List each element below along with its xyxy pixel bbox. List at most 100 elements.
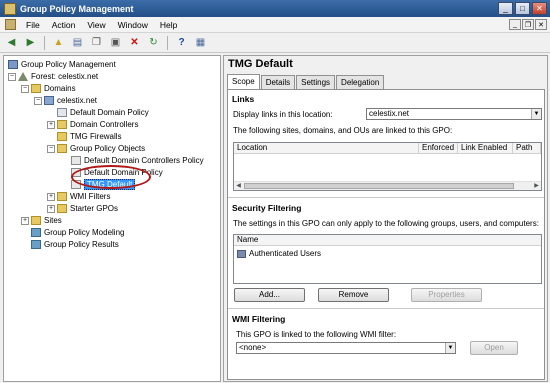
tree-label: Group Policy Results [44, 240, 119, 249]
dropdown-arrow-icon[interactable]: ▼ [445, 343, 455, 353]
section-divider [228, 197, 544, 198]
window-title: Group Policy Management [20, 3, 134, 14]
tree-item-results[interactable]: Group Policy Results [31, 239, 119, 250]
minimize-button[interactable]: _ [498, 2, 513, 15]
child-restore-button[interactable]: ❐ [522, 19, 534, 30]
tab-delegation[interactable]: Delegation [336, 75, 385, 89]
scope-tab-panel: Links Display links in this location: ce… [227, 89, 545, 380]
tree-item-default-domain-policy-link[interactable]: Default Domain Policy [57, 107, 149, 118]
toolbar: ◀ ▶ ▲ ▤ ❐ ▣ ✕ ↻ ? ▦ [0, 33, 550, 53]
add-button[interactable]: Add... [234, 288, 305, 302]
column-path[interactable]: Path [513, 143, 541, 154]
menu-file[interactable]: File [20, 20, 46, 30]
child-close-button[interactable]: ✕ [535, 19, 547, 30]
collapse-icon[interactable]: − [8, 72, 16, 81]
forward-arrow-icon[interactable]: ▶ [22, 35, 39, 51]
refresh-icon[interactable]: ↻ [145, 35, 162, 51]
maximize-button[interactable]: □ [515, 2, 530, 15]
gpmc-app-icon [4, 2, 16, 15]
back-arrow-icon[interactable]: ◀ [3, 35, 20, 51]
user-group-icon [237, 249, 246, 258]
expand-icon[interactable]: + [47, 120, 55, 129]
console-tree[interactable]: Group Policy Management − Forest: celest… [3, 55, 221, 382]
menu-view[interactable]: View [81, 20, 111, 30]
tree-label: Forest: celestix.net [31, 72, 99, 81]
menu-window[interactable]: Window [112, 20, 154, 30]
details-pane: TMG Default Scope Details Settings Deleg… [223, 55, 548, 382]
properties-button[interactable]: Properties [411, 288, 482, 302]
scroll-left-icon[interactable]: ◀ [234, 182, 243, 191]
tree-item-domain[interactable]: − celestix.net [34, 95, 97, 106]
tree-item-forest[interactable]: − Forest: celestix.net [8, 71, 98, 82]
menu-action[interactable]: Action [46, 20, 82, 30]
tree-label: Domain Controllers [70, 120, 139, 129]
collapse-icon[interactable]: − [34, 96, 42, 105]
gpo-link-icon [57, 108, 67, 117]
expand-icon[interactable]: + [47, 192, 55, 201]
tree-item-wmi-filters[interactable]: + WMI Filters [47, 191, 110, 202]
tab-details[interactable]: Details [260, 75, 296, 89]
column-enforced[interactable]: Enforced [419, 143, 458, 154]
links-list[interactable]: Location Enforced Link Enabled Path ◀ ▶ [233, 142, 542, 191]
dropdown-arrow-icon[interactable]: ▼ [531, 109, 541, 119]
scroll-thumb[interactable] [244, 183, 514, 189]
list-item[interactable]: Authenticated Users [237, 249, 321, 258]
tree-item-starter-gpos[interactable]: + Starter GPOs [47, 203, 118, 214]
paste-icon[interactable]: ▣ [107, 35, 124, 51]
scroll-right-icon[interactable]: ▶ [532, 182, 541, 191]
section-divider [228, 308, 544, 309]
menu-help[interactable]: Help [154, 20, 183, 30]
expand-icon[interactable]: + [47, 204, 55, 213]
links-description: The following sites, domains, and OUs ar… [233, 126, 453, 135]
wmi-filtering-header: WMI Filtering [232, 314, 286, 324]
help-icon[interactable]: ? [173, 35, 190, 51]
tree-label: celestix.net [57, 96, 98, 105]
collapse-icon[interactable]: − [21, 84, 29, 93]
link-location-dropdown[interactable]: celestix.net ▼ [366, 108, 542, 120]
wmi-filter-dropdown[interactable]: <none> ▼ [236, 342, 456, 354]
tree-label: Group Policy Management [21, 60, 116, 69]
results-icon [31, 240, 41, 249]
remove-button[interactable]: Remove [318, 288, 389, 302]
security-description: The settings in this GPO can only apply … [233, 219, 539, 228]
expand-icon[interactable]: + [21, 216, 29, 225]
tree-item-sites[interactable]: + Sites [21, 215, 62, 226]
title-bar: Group Policy Management _ □ ✕ [0, 0, 550, 17]
tree-item-domain-controllers[interactable]: + Domain Controllers [47, 119, 138, 130]
horizontal-scrollbar[interactable]: ◀ ▶ [234, 181, 541, 190]
properties-icon[interactable]: ▦ [192, 35, 209, 51]
copy-icon[interactable]: ❐ [88, 35, 105, 51]
show-hide-tree-icon[interactable]: ▤ [69, 35, 86, 51]
tree-label: Default Domain Policy [70, 108, 149, 117]
folder-icon [57, 192, 67, 201]
link-location-value: celestix.net [369, 109, 410, 118]
console-menu-icon[interactable] [5, 19, 16, 30]
column-location[interactable]: Location [234, 143, 419, 154]
collapse-icon[interactable]: − [47, 144, 55, 153]
tab-settings[interactable]: Settings [296, 75, 336, 89]
tree-label: Domains [44, 84, 76, 93]
sites-icon [31, 216, 41, 225]
folder-icon [57, 144, 67, 153]
forest-icon [18, 72, 28, 81]
tree-item-root[interactable]: Group Policy Management [8, 59, 116, 70]
modeling-icon [31, 228, 41, 237]
column-link-enabled[interactable]: Link Enabled [458, 143, 513, 154]
security-list[interactable]: Name Authenticated Users [233, 234, 542, 284]
menu-bar: File Action View Window Help _ ❐ ✕ [0, 17, 550, 33]
tree-item-domains[interactable]: − Domains [21, 83, 76, 94]
close-button[interactable]: ✕ [532, 2, 547, 15]
tree-item-group-policy-objects[interactable]: − Group Policy Objects [47, 143, 145, 154]
up-folder-icon[interactable]: ▲ [50, 35, 67, 51]
open-button[interactable]: Open [470, 341, 518, 355]
tab-scope[interactable]: Scope [227, 74, 260, 89]
annotation-oval [71, 165, 151, 189]
tree-item-gpo-ddcp[interactable]: Default Domain Controllers Policy [71, 155, 204, 166]
child-minimize-button[interactable]: _ [509, 19, 521, 30]
column-name[interactable]: Name [234, 235, 541, 246]
delete-icon[interactable]: ✕ [126, 35, 143, 51]
wmi-description: This GPO is linked to the following WMI … [236, 330, 397, 339]
list-item-label: Authenticated Users [249, 249, 322, 258]
tree-item-tmg-firewalls[interactable]: TMG Firewalls [57, 131, 122, 142]
tree-item-modeling[interactable]: Group Policy Modeling [31, 227, 124, 238]
